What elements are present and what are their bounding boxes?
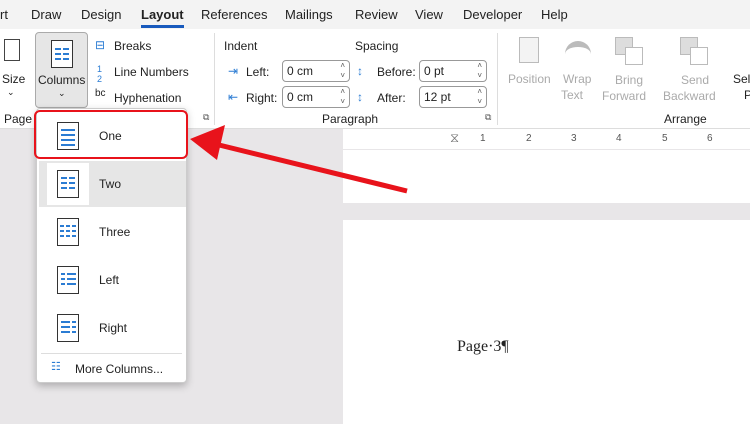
menu-divider: [41, 353, 182, 354]
spacing-heading: Spacing: [355, 39, 399, 53]
spacing-before-icon: ↕: [357, 64, 363, 78]
bring-forward-button[interactable]: Bring: [615, 73, 643, 87]
left-column-icon: [57, 266, 79, 294]
indent-left-icon: ⇥: [228, 64, 239, 78]
line-numbers-icon: 12: [97, 64, 103, 84]
send-backward-icon: [680, 37, 708, 65]
columns-icon: [51, 40, 73, 68]
indent-left-input[interactable]: 0 cm ˄ ˅: [282, 60, 350, 82]
send-backward-button[interactable]: Send: [681, 73, 709, 87]
spacing-before-input[interactable]: 0 pt ˄ ˅: [419, 60, 487, 82]
ruler-tick: 6: [707, 133, 713, 144]
two-columns-icon: [57, 170, 79, 198]
page-text: Page·3¶: [457, 338, 509, 355]
bring-forward-icon: [615, 37, 643, 65]
more-columns-option[interactable]: ☷ More Columns...: [39, 357, 186, 381]
highlight-box: [34, 110, 188, 159]
dialog-launcher-icon[interactable]: ⧉: [485, 112, 491, 123]
indent-right-label: Right:: [246, 91, 278, 105]
selection-pane-button[interactable]: Sele: [733, 72, 750, 86]
spacing-after-label: After:: [377, 91, 406, 105]
ruler-tick: 2: [526, 133, 532, 144]
indent-left-label: Left:: [246, 65, 270, 79]
breaks-button[interactable]: Breaks: [114, 39, 151, 53]
ruler-tick: 4: [616, 133, 622, 144]
tab-review[interactable]: Review: [355, 7, 398, 22]
hyphenation-icon: bc: [95, 88, 106, 99]
tab-layout[interactable]: Layout: [141, 7, 184, 28]
send-backward-label: Backward: [663, 89, 716, 103]
option-label: Three: [99, 225, 131, 239]
indent-marker[interactable]: ⧖: [450, 130, 459, 146]
breaks-icon: ⊟: [95, 38, 106, 52]
more-columns-icon: ☷: [51, 361, 61, 373]
bring-forward-label: Forward: [602, 89, 647, 103]
columns-option-left[interactable]: Left: [39, 257, 186, 303]
columns-label: Columns: [38, 73, 86, 87]
ruler-tick: 3: [571, 133, 577, 144]
chevron-down-icon: ⌄: [7, 87, 15, 97]
wrap-text-icon: [565, 41, 591, 57]
annotation-arrow: [190, 125, 408, 194]
right-column-icon: [57, 314, 79, 342]
indent-heading: Indent: [224, 39, 258, 53]
line-numbers-button[interactable]: Line Numbers: [114, 65, 189, 79]
menu-bar: rt Draw Design Layout References Mailing…: [0, 0, 750, 29]
tab-design[interactable]: Design: [81, 7, 121, 22]
position-icon: [519, 37, 539, 63]
tab-developer[interactable]: Developer: [463, 7, 522, 22]
size-button[interactable]: Size: [2, 72, 25, 86]
tab-view[interactable]: View: [415, 7, 443, 22]
three-columns-icon: [57, 218, 79, 246]
spacing-after-icon: ↕: [357, 90, 363, 104]
spacing-after-input[interactable]: 12 pt ˄ ˅: [419, 86, 487, 108]
tab-mailings[interactable]: Mailings: [285, 7, 333, 22]
ruler-tick: 1: [480, 133, 486, 144]
position-button[interactable]: Position: [508, 72, 551, 86]
tab-draw[interactable]: Draw: [31, 7, 61, 22]
option-label: More Columns...: [75, 362, 164, 376]
tab-help[interactable]: Help: [541, 7, 568, 22]
tab-insert[interactable]: rt: [0, 7, 8, 22]
option-label: Right: [99, 321, 128, 335]
columns-button[interactable]: Columns ⌄: [35, 32, 88, 108]
page-size-icon: [4, 39, 20, 61]
indent-right-input[interactable]: 0 cm ˄ ˅: [282, 86, 350, 108]
wrap-text-label: Text: [561, 88, 584, 102]
chevron-down-icon: ⌄: [58, 88, 66, 98]
option-label: Left: [99, 273, 120, 287]
tab-references[interactable]: References: [201, 7, 267, 22]
hyphenation-button[interactable]: Hyphenation: [114, 91, 181, 105]
document-page[interactable]: Page·3¶: [343, 220, 750, 424]
columns-option-right[interactable]: Right: [39, 305, 186, 351]
spacing-before-label: Before:: [377, 65, 416, 79]
selection-pane-label: P: [744, 88, 750, 102]
columns-option-two[interactable]: Two: [39, 161, 186, 207]
indent-right-icon: ⇤: [228, 90, 239, 104]
option-label: Two: [99, 177, 122, 191]
arrange-group-label: Arrange: [664, 112, 707, 126]
ruler-tick: 5: [662, 133, 668, 144]
columns-option-three[interactable]: Three: [39, 209, 186, 255]
wrap-text-button[interactable]: Wrap: [563, 72, 591, 86]
